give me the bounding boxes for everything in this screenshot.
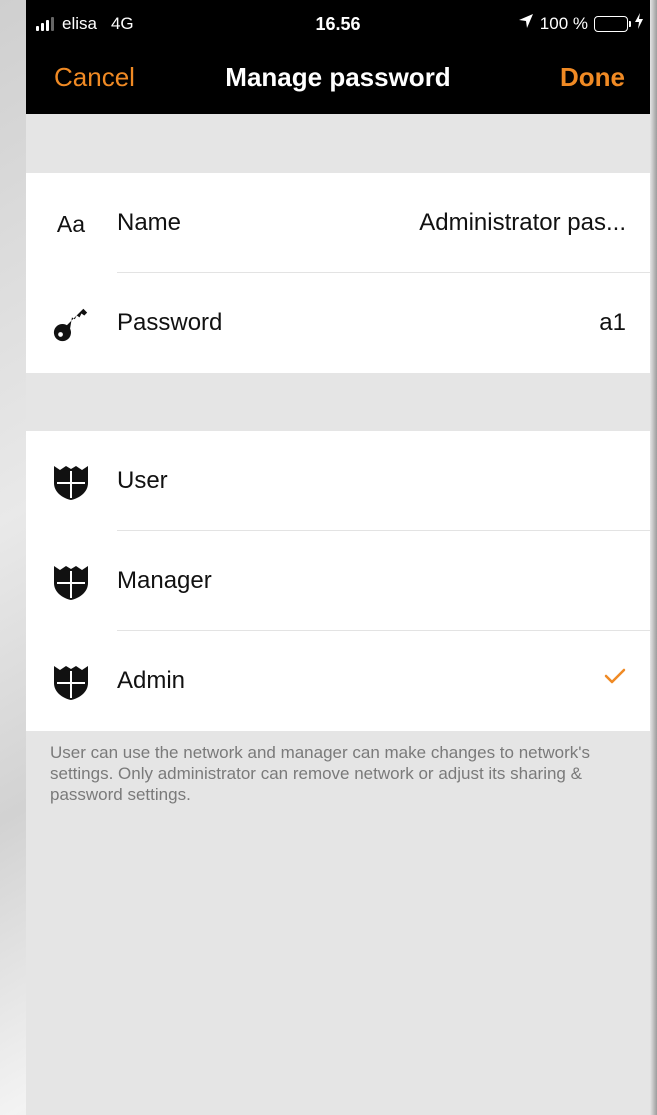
shield-icon bbox=[52, 463, 90, 501]
key-icon bbox=[52, 305, 90, 343]
phone-screen: elisa 4G 16.56 100 % Cancel Manage passw… bbox=[26, 0, 650, 1115]
top-bar: elisa 4G 16.56 100 % Cancel Manage passw… bbox=[26, 0, 650, 114]
roles-description: User can use the network and manager can… bbox=[50, 743, 590, 804]
role-label: Manager bbox=[117, 567, 212, 594]
role-row-user[interactable]: User bbox=[26, 431, 650, 531]
name-label: Name bbox=[117, 209, 182, 236]
battery-icon bbox=[594, 15, 631, 32]
device-edge bbox=[650, 0, 657, 1115]
password-label: Password bbox=[117, 309, 223, 336]
role-row-admin[interactable]: Admin bbox=[26, 631, 650, 731]
name-value[interactable]: Administrator pas... bbox=[419, 209, 626, 237]
password-value[interactable]: a1 bbox=[599, 309, 626, 337]
navigation-bar: Cancel Manage password Done bbox=[26, 46, 650, 114]
details-group: Aa Name Administrator pas... Password a1 bbox=[26, 173, 650, 373]
page-title: Manage password bbox=[225, 62, 451, 92]
roles-group: User Manager Admin bbox=[26, 431, 650, 731]
role-label: Admin bbox=[117, 667, 186, 694]
status-bar: elisa 4G 16.56 100 % bbox=[26, 0, 650, 46]
role-label: User bbox=[117, 467, 168, 494]
shield-icon bbox=[52, 563, 90, 601]
battery-percentage: 100 % bbox=[539, 13, 588, 33]
text-format-icon: Aa bbox=[56, 210, 86, 237]
location-arrow-icon bbox=[518, 13, 534, 34]
shield-icon bbox=[52, 663, 90, 701]
password-row[interactable]: Password a1 bbox=[26, 273, 650, 373]
charging-bolt-icon bbox=[634, 13, 644, 34]
checkmark-icon bbox=[604, 667, 626, 690]
status-right: 100 % bbox=[518, 13, 644, 34]
done-button[interactable]: Done bbox=[560, 62, 625, 93]
role-row-manager[interactable]: Manager bbox=[26, 531, 650, 631]
name-row[interactable]: Aa Name Administrator pas... bbox=[26, 173, 650, 273]
